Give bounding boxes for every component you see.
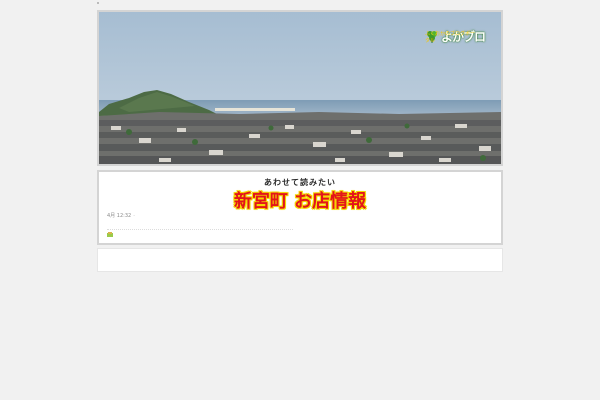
post-date: 4月 12:32	[107, 213, 132, 219]
section-headline[interactable]: 新宮町 お店情報	[99, 187, 501, 213]
footer-box	[97, 248, 503, 272]
post-meta: 4月 12:32-	[107, 212, 135, 219]
entry-divider	[107, 229, 293, 230]
site-logo[interactable]: よかブロ ふくおかのブログポータル	[425, 26, 486, 46]
meta-separator: -	[133, 213, 135, 219]
logo-tagline: ふくおかのブログポータル	[425, 31, 476, 44]
content-panel: あわせて読みたい 新宮町 お店情報 4月 12:32-	[97, 170, 503, 245]
header-banner[interactable]: よかブロ ふくおかのブログポータル	[97, 10, 503, 166]
entry-icon	[107, 222, 113, 237]
top-marker	[97, 2, 99, 4]
